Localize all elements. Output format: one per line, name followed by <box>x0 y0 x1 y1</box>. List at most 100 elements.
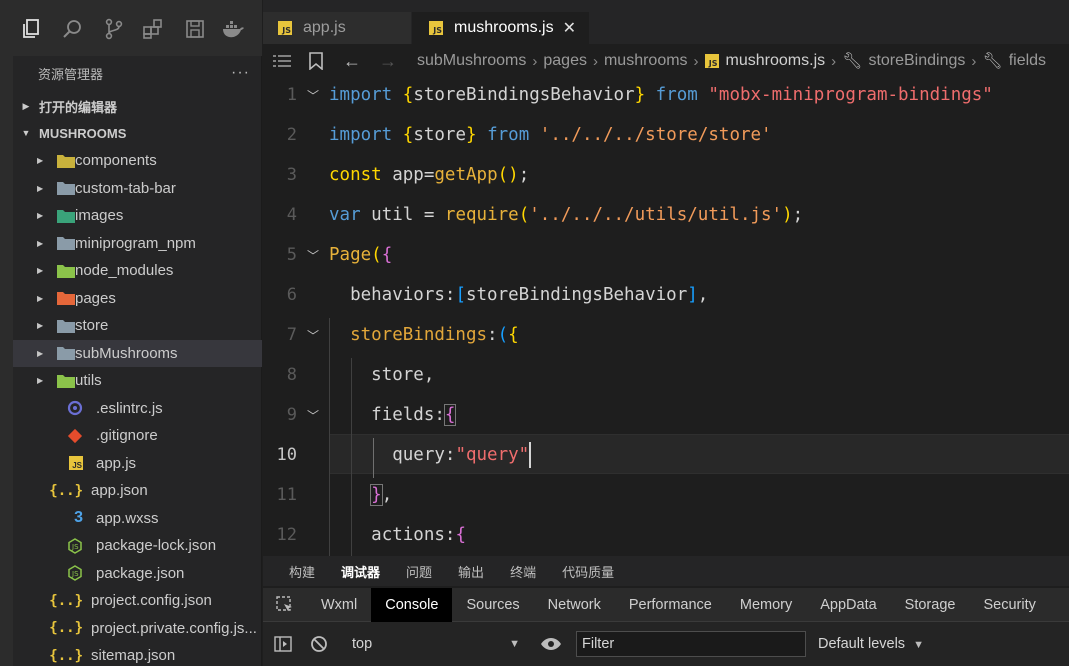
bookmark-icon[interactable] <box>309 52 323 70</box>
tab-app-js[interactable]: JS app.js <box>263 12 411 44</box>
fold-chevron-icon[interactable]: ﹀ <box>307 87 319 104</box>
docker-icon[interactable] <box>221 17 245 41</box>
tree-folder[interactable]: ▶ node_modules <box>13 257 262 285</box>
tab-sources[interactable]: Sources <box>452 588 533 622</box>
code-line: 12 actions:{ <box>263 515 1069 555</box>
breadcrumb-item[interactable]: pages <box>543 52 587 70</box>
tree-folder[interactable]: ▶ custom-tab-bar <box>13 175 262 203</box>
tree-file[interactable]: JS package-lock.json <box>13 532 262 560</box>
activity-bar <box>0 0 13 666</box>
console-toolbar: top ▼ Filter Default levels ▼ <box>263 622 1069 666</box>
tree-folder[interactable]: ▶ store <box>13 312 262 340</box>
tab-debugger[interactable]: 调试器 <box>315 562 380 581</box>
tab-code-quality[interactable]: 代码质量 <box>536 562 614 581</box>
tree-file[interactable]: .eslintrc.js <box>13 395 262 423</box>
tree-folder[interactable]: ▶ subMushrooms <box>13 339 262 367</box>
code-line: 2 import {store} from '../../../store/st… <box>263 115 1069 155</box>
extensions-icon[interactable] <box>141 17 165 41</box>
storage-icon[interactable] <box>183 17 207 41</box>
inspect-element-icon[interactable] <box>263 595 307 614</box>
sidebar-toggle-icon[interactable] <box>274 636 292 652</box>
fold-chevron-icon[interactable]: ﹀ <box>307 327 319 344</box>
tree-file[interactable]: .gitignore <box>13 422 262 450</box>
chevron-down-icon: ▼ <box>21 128 31 138</box>
context-select[interactable]: top ▼ <box>352 636 520 652</box>
tab-build[interactable]: 构建 <box>263 562 315 581</box>
tree-item-label: utils <box>75 372 102 390</box>
tree-file[interactable]: {..} project.private.config.js... <box>13 615 262 643</box>
tree-file[interactable]: {..} sitemap.json <box>13 642 262 666</box>
line-number: 12 <box>276 525 297 545</box>
wrench-icon: 🔧︎ <box>982 53 1003 70</box>
more-actions-button[interactable]: ··· <box>231 64 250 82</box>
breadcrumb-item[interactable]: storeBindings <box>868 52 965 70</box>
tree-item-label: package.json <box>96 564 185 582</box>
tree-file[interactable]: JS package.json <box>13 560 262 588</box>
filter-input[interactable]: Filter <box>576 631 806 657</box>
tree-item-label: project.private.config.js... <box>91 619 257 637</box>
wrench-icon: 🔧︎ <box>842 53 863 70</box>
tree-folder[interactable]: ▶ images <box>13 202 262 230</box>
code-line: 9 ﹀ fields:{ <box>263 395 1069 435</box>
tree-folder[interactable]: ▶ miniprogram_npm <box>13 230 262 258</box>
open-editors-section[interactable]: ▶ 打开的编辑器 <box>13 92 262 120</box>
source-control-icon[interactable] <box>102 17 126 41</box>
tree-folder[interactable]: ▶ components <box>13 147 262 175</box>
tab-console[interactable]: Console <box>371 587 453 622</box>
root-folder-section[interactable]: ▼ MUSHROOMS <box>13 119 262 147</box>
tab-performance[interactable]: Performance <box>615 588 726 622</box>
git-icon <box>13 428 83 444</box>
fold-chevron-icon[interactable]: ﹀ <box>307 407 319 424</box>
tab-network[interactable]: Network <box>534 588 615 622</box>
tree-folder[interactable]: ▶ utils <box>13 367 262 395</box>
tree-file[interactable]: {..} project.config.json <box>13 587 262 615</box>
tab-storage[interactable]: Storage <box>891 588 970 622</box>
clear-console-icon[interactable] <box>310 635 328 653</box>
editor-tabbar: JS app.js JS mushrooms.js ✕ <box>263 0 1069 44</box>
tree-file[interactable]: JS app.js <box>13 450 262 478</box>
context-value: top <box>352 636 373 652</box>
breadcrumb-item[interactable]: subMushrooms <box>417 52 526 70</box>
fold-chevron-icon[interactable]: ﹀ <box>307 247 319 264</box>
tab-terminal[interactable]: 终端 <box>484 562 536 581</box>
dropdown-arrow-icon: ▼ <box>509 638 520 650</box>
dropdown-arrow-icon: ▼ <box>913 639 924 651</box>
explorer-icon[interactable] <box>20 17 44 41</box>
breadcrumb-item[interactable]: mushrooms <box>604 52 688 70</box>
search-icon[interactable] <box>61 17 85 41</box>
tree-file[interactable]: {..} app.json <box>13 477 262 505</box>
devtools-tabs: Wxml Console Sources Network Performance… <box>263 587 1069 622</box>
breadcrumb-item[interactable]: mushrooms.js <box>726 52 826 70</box>
chevron-right-icon: ▶ <box>37 211 44 221</box>
tab-appdata[interactable]: AppData <box>806 588 890 622</box>
code-line: 8 store, <box>263 355 1069 395</box>
tree-folder[interactable]: ▶ pages <box>13 285 262 313</box>
list-icon[interactable] <box>273 54 291 68</box>
tab-wxml[interactable]: Wxml <box>307 588 371 622</box>
close-icon[interactable]: ✕ <box>563 18 576 38</box>
back-arrow-icon[interactable]: ← <box>343 51 361 72</box>
js-file-icon: JS <box>278 21 292 35</box>
tree-file[interactable]: 3 app.wxss <box>13 505 262 533</box>
breadcrumb-item[interactable]: fields <box>1009 52 1046 70</box>
tab-output[interactable]: 输出 <box>432 562 484 581</box>
forward-arrow-icon[interactable]: → <box>379 51 397 72</box>
chevron-right-icon: ▶ <box>37 376 44 386</box>
chevron-right-icon: ▶ <box>37 238 44 248</box>
eye-icon[interactable] <box>540 637 562 651</box>
tab-memory[interactable]: Memory <box>726 588 806 622</box>
code-editor[interactable]: 1 ﹀ import {storeBindingsBehavior} from … <box>263 78 1069 556</box>
chevron-right-icon: ▶ <box>22 100 30 111</box>
tree-item-label: node_modules <box>75 262 174 280</box>
js-file-icon: JS <box>704 54 719 68</box>
line-number: 5 <box>286 245 297 265</box>
levels-select[interactable]: Default levels ▼ <box>818 636 924 652</box>
line-number: 9 <box>286 405 297 425</box>
line-number: 3 <box>286 165 297 185</box>
code-line: 3 const app=getApp(); <box>263 155 1069 195</box>
tab-label: mushrooms.js <box>454 19 554 36</box>
tab-mushrooms-js[interactable]: JS mushrooms.js ✕ <box>412 12 589 44</box>
css-file-icon: 3 <box>74 509 83 527</box>
tab-problems[interactable]: 问题 <box>380 562 432 581</box>
tab-security[interactable]: Security <box>969 588 1049 622</box>
